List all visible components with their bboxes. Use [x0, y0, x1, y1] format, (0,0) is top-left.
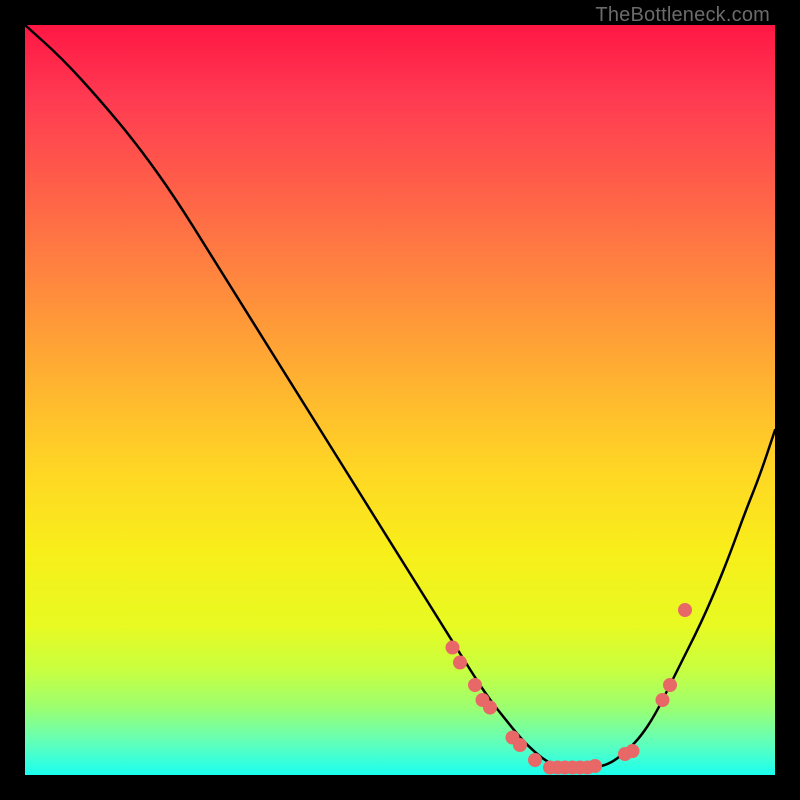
bottleneck-curve [25, 25, 775, 768]
chart-area [25, 25, 775, 775]
chart-svg [25, 25, 775, 775]
watermark-text: TheBottleneck.com [595, 4, 770, 27]
